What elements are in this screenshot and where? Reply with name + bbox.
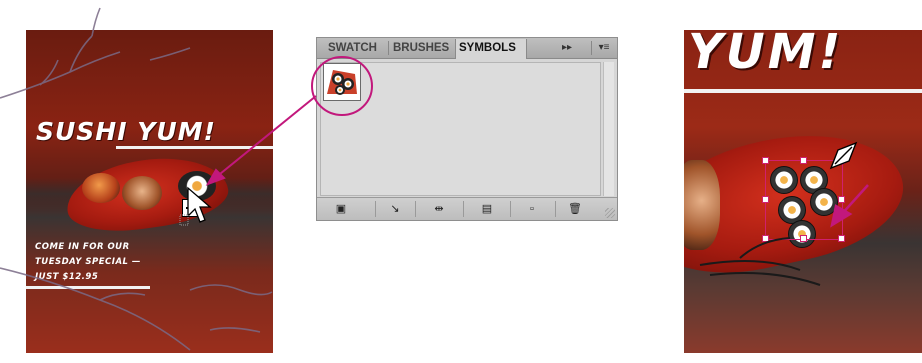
annotation-overlay bbox=[0, 7, 869, 351]
pointer-arrow bbox=[830, 184, 869, 228]
resize-cursor-icon bbox=[829, 141, 858, 170]
drag-arrow bbox=[205, 95, 317, 186]
branch-decoration bbox=[699, 237, 821, 286]
symbol-highlight-circle bbox=[311, 56, 373, 116]
arrow-cursor-icon bbox=[187, 186, 212, 223]
placement-indicator bbox=[179, 214, 189, 226]
branch-decoration bbox=[0, 7, 273, 351]
